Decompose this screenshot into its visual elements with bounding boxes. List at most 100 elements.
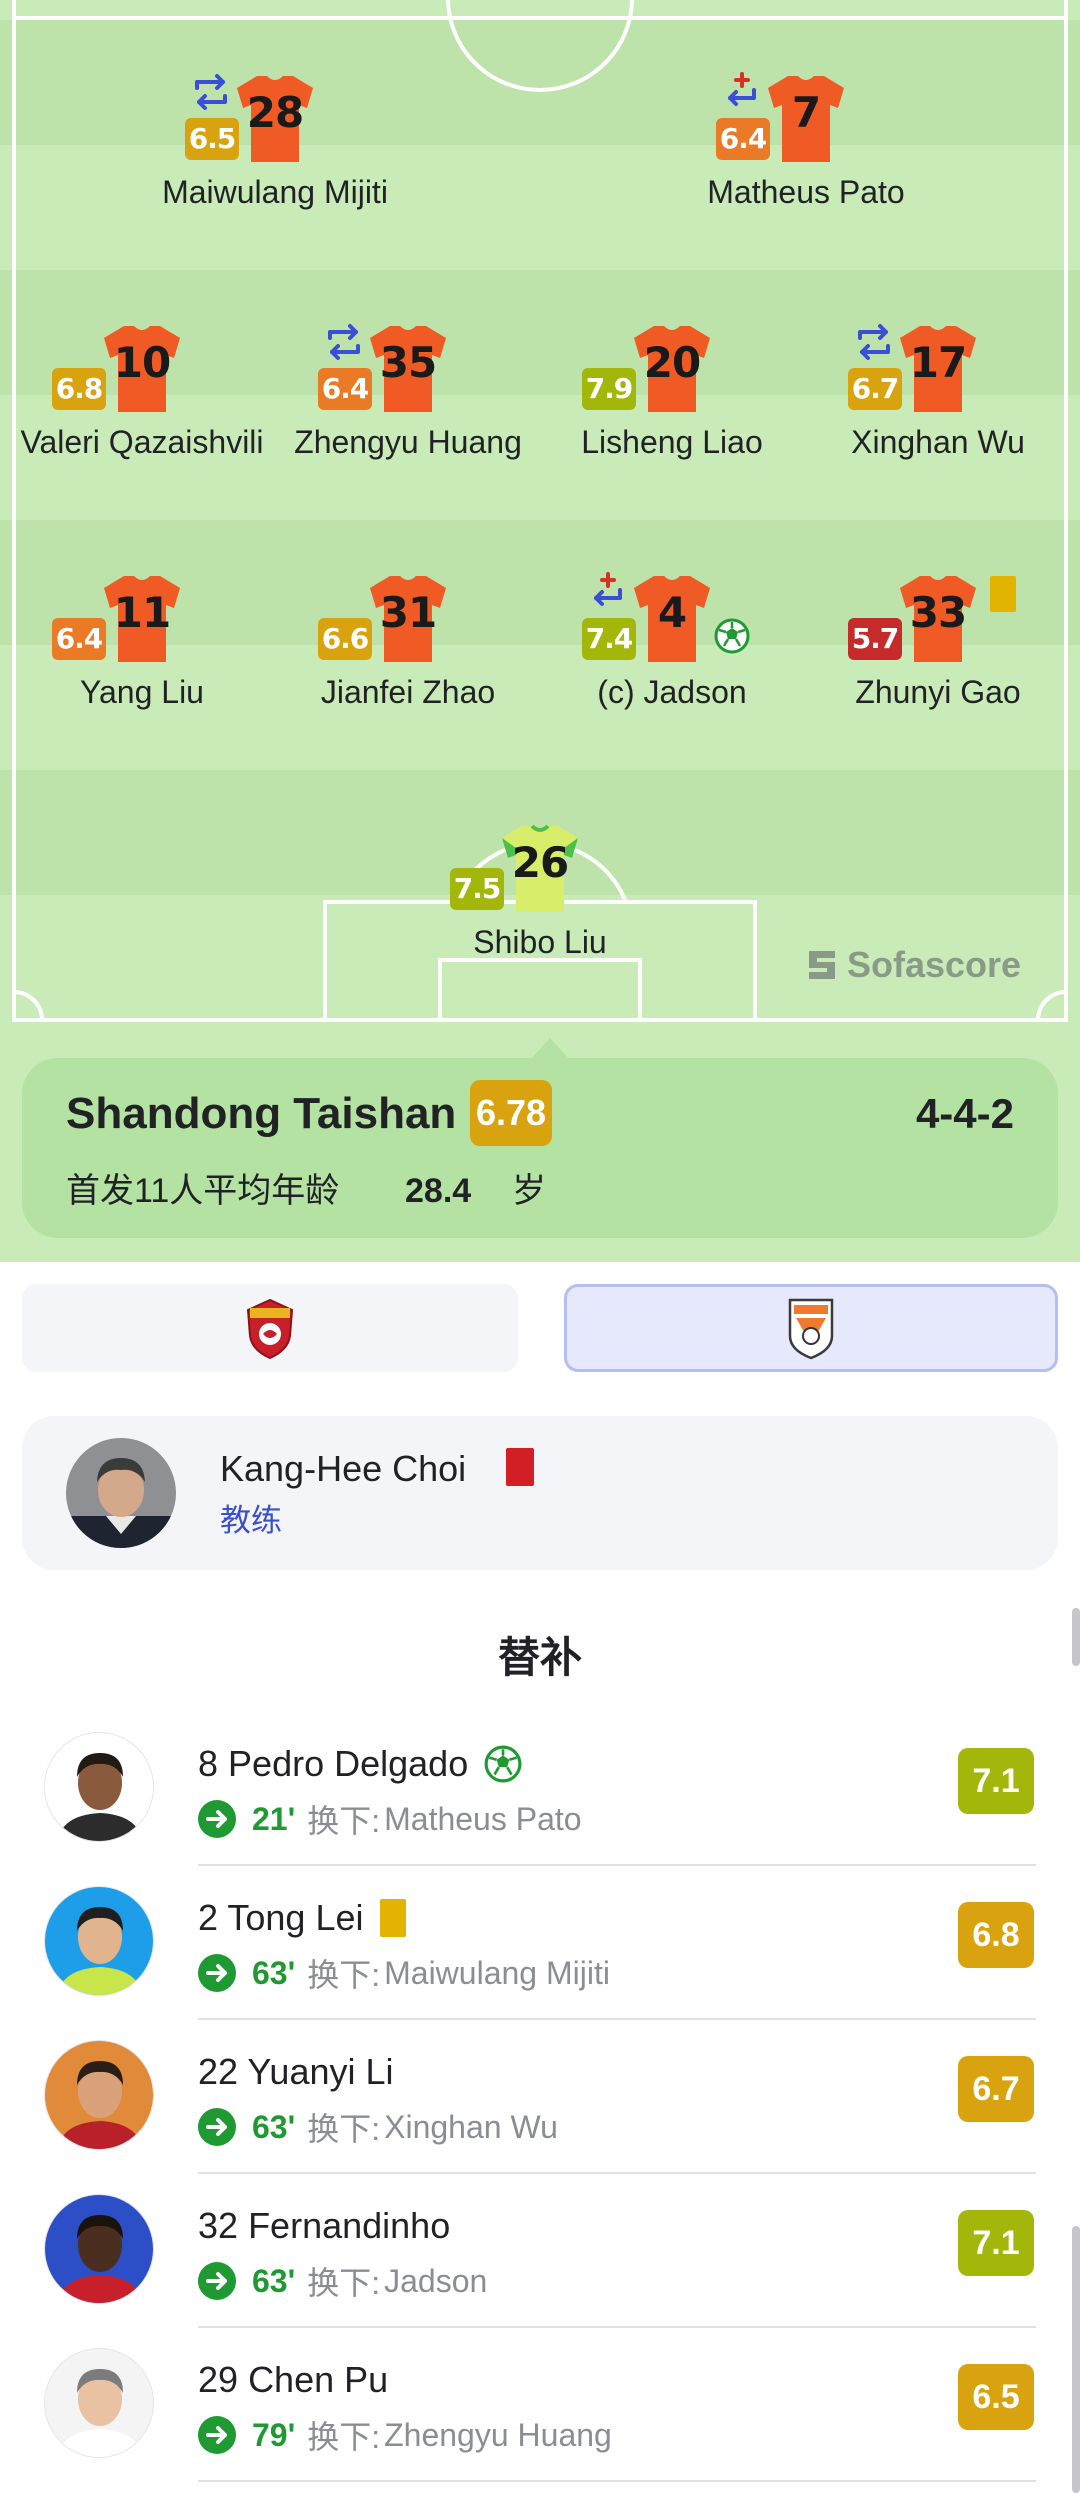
substitute-avatar — [44, 2040, 154, 2150]
lineup-player[interactable]: 35 6.4 Zhengyu Huang — [263, 324, 553, 534]
substitute-rating-badge: 6.8 — [958, 1902, 1034, 1968]
lineup-player[interactable]: 20 7.9 Lisheng Liao — [527, 324, 817, 534]
player-name: Yang Liu — [80, 674, 204, 710]
player-shirt: 7 6.4 — [716, 72, 846, 164]
sub-off-player: Zhengyu Huang — [384, 2416, 612, 2453]
lineup-player[interactable]: 31 6.6 Jianfei Zhao — [263, 574, 553, 784]
sub-minute: 63' — [252, 1954, 296, 1991]
sub-off-label: 换下: — [307, 1803, 381, 1839]
player-shirt: 31 6.6 — [318, 574, 448, 664]
substitution-swap-icon — [858, 324, 890, 360]
player-rating-badge: 6.8 — [52, 368, 106, 410]
shirt-number: 11 — [113, 588, 171, 637]
shirt-number: 20 — [643, 338, 701, 387]
player-shirt: 28 6.5 — [185, 74, 315, 164]
lineup-pitch: 28 6.5 Maiwulang Mijiti 7 6.4 Matheus Pato 10 6… — [0, 0, 1080, 1262]
sub-in-arrow-icon — [198, 2416, 236, 2454]
shirt-number: 35 — [379, 338, 437, 387]
player-rating-badge: 7.9 — [582, 368, 636, 410]
substitute-row[interactable]: 32 Fernandinho 63' 换下: Jadson 7.1 — [0, 2174, 1080, 2328]
shirt-number: 10 — [113, 338, 171, 387]
lineup-player[interactable]: 7 6.4 Matheus Pato — [661, 72, 951, 284]
substitutes-title: 替补 — [497, 1634, 582, 1681]
lineup-player[interactable]: 10 6.8 Valeri Qazaishvili — [0, 324, 287, 534]
substitute-name: 8 Pedro Delgado — [198, 1743, 469, 1784]
sub-minute: 63' — [252, 2108, 296, 2145]
red-card-icon — [506, 1448, 534, 1486]
shirt-number: 7 — [791, 88, 821, 137]
substitute-avatar — [44, 2194, 154, 2304]
substitute-row[interactable]: 29 Chen Pu 79' 换下: Zhengyu Huang 6.5 — [0, 2328, 1080, 2482]
scrollbar-thumb[interactable] — [1072, 1608, 1080, 1666]
team-toggle-away[interactable] — [564, 1284, 1058, 1372]
coach-photo-icon — [66, 1438, 176, 1548]
lineup-player[interactable]: 33 5.7 Zhunyi Gao — [793, 574, 1080, 784]
lineup-player[interactable]: 11 6.4 Yang Liu — [0, 574, 287, 784]
substitute-name: 32 Fernandinho — [198, 2205, 451, 2246]
player-rating-badge: 6.4 — [716, 118, 770, 160]
substitution-info: 63' 换下: Maiwulang Mijiti — [198, 1950, 610, 1996]
sub-in-arrow-icon — [198, 2108, 236, 2146]
lineup-player[interactable]: 17 6.7 Xinghan Wu — [793, 324, 1080, 534]
coach-avatar — [66, 1438, 176, 1548]
formation: 4-4-2 — [915, 1090, 1014, 1137]
player-name: Maiwulang Mijiti — [162, 174, 388, 210]
sub-off-label: 换下: — [307, 2419, 381, 2455]
player-photo-icon — [45, 1887, 153, 1995]
sub-in-arrow-icon — [198, 1800, 236, 1838]
substitution-out-icon — [594, 572, 622, 606]
substitute-row[interactable]: 8 Pedro Delgado 21' 换下: Matheus Pato 7.1 — [0, 1712, 1080, 1866]
player-name: (c) Jadson — [597, 674, 747, 710]
goal-ball-icon — [714, 618, 750, 654]
player-shirt: 4 7.4 — [582, 572, 750, 664]
coach-role: 教练 — [220, 1503, 282, 1538]
shandong-taishan-crest-icon — [788, 1298, 834, 1360]
lineup-player[interactable]: 4 7.4 (c) Jadson — [527, 572, 817, 784]
player-rating-badge: 7.4 — [582, 618, 636, 660]
player-photo-icon — [45, 1733, 153, 1841]
sofascore-logo-icon — [809, 951, 835, 979]
watermark-text: Sofascore — [847, 944, 1022, 985]
substitute-rating-badge: 7.1 — [958, 2210, 1034, 2276]
player-name: Matheus Pato — [707, 174, 905, 210]
player-name: Shibo Liu — [473, 924, 607, 960]
substitute-rating-badge: 7.1 — [958, 1748, 1034, 1814]
team-name: Shandong Taishan — [66, 1089, 457, 1138]
shanghai-port-crest-icon — [246, 1298, 294, 1360]
sofascore-watermark: Sofascore — [805, 942, 1021, 988]
team-rating-badge: 6.78 — [470, 1080, 552, 1146]
player-rating-badge: 6.4 — [318, 368, 372, 410]
substitute-rating-badge: 6.5 — [958, 2364, 1034, 2430]
avg-age-value: 28.4 — [405, 1172, 472, 1210]
sub-off-player: Matheus Pato — [384, 1800, 582, 1837]
shirt-number: 31 — [379, 588, 437, 637]
team-toggle-home[interactable] — [22, 1284, 518, 1372]
player-name: Zhunyi Gao — [855, 674, 1021, 710]
player-name: Xinghan Wu — [851, 424, 1025, 460]
player-shirt: 35 6.4 — [318, 324, 448, 414]
sub-off-label: 换下: — [307, 2111, 381, 2147]
sub-off-label: 换下: — [307, 1957, 381, 1993]
player-rating-badge: 6.5 — [185, 118, 239, 160]
lineup-player[interactable]: 26 7.5 Shibo Liu — [395, 824, 685, 1034]
card-pointer-icon — [530, 1038, 570, 1060]
substitution-swap-icon — [195, 74, 227, 110]
substitution-info: 21' 换下: Matheus Pato — [198, 1796, 582, 1842]
player-shirt: 33 5.7 — [848, 574, 1016, 664]
shirt-number: 4 — [657, 588, 687, 637]
sub-in-arrow-icon — [198, 1954, 236, 1992]
yellow-card-icon — [990, 576, 1016, 612]
coach-card[interactable]: Kang-Hee Choi 教练 — [22, 1416, 1058, 1570]
player-photo-icon — [45, 2349, 153, 2457]
scrollbar-thumb[interactable] — [1072, 2226, 1080, 2493]
substitute-rating-badge: 6.7 — [958, 2056, 1034, 2122]
avg-age-unit: 岁 — [512, 1172, 546, 1210]
substitute-row[interactable]: 22 Yuanyi Li 63' 换下: Xinghan Wu 6.7 — [0, 2020, 1080, 2174]
player-rating-badge: 6.6 — [318, 618, 372, 660]
substitution-swap-icon — [328, 324, 360, 360]
substitute-row[interactable]: 2 Tong Lei 63' 换下: Maiwulang Mijiti 6.8 — [0, 1866, 1080, 2020]
lineup-player[interactable]: 28 6.5 Maiwulang Mijiti — [130, 74, 420, 284]
sub-off-player: Xinghan Wu — [384, 2108, 558, 2145]
player-photo-icon — [45, 2041, 153, 2149]
substitute-avatar — [44, 1886, 154, 1996]
